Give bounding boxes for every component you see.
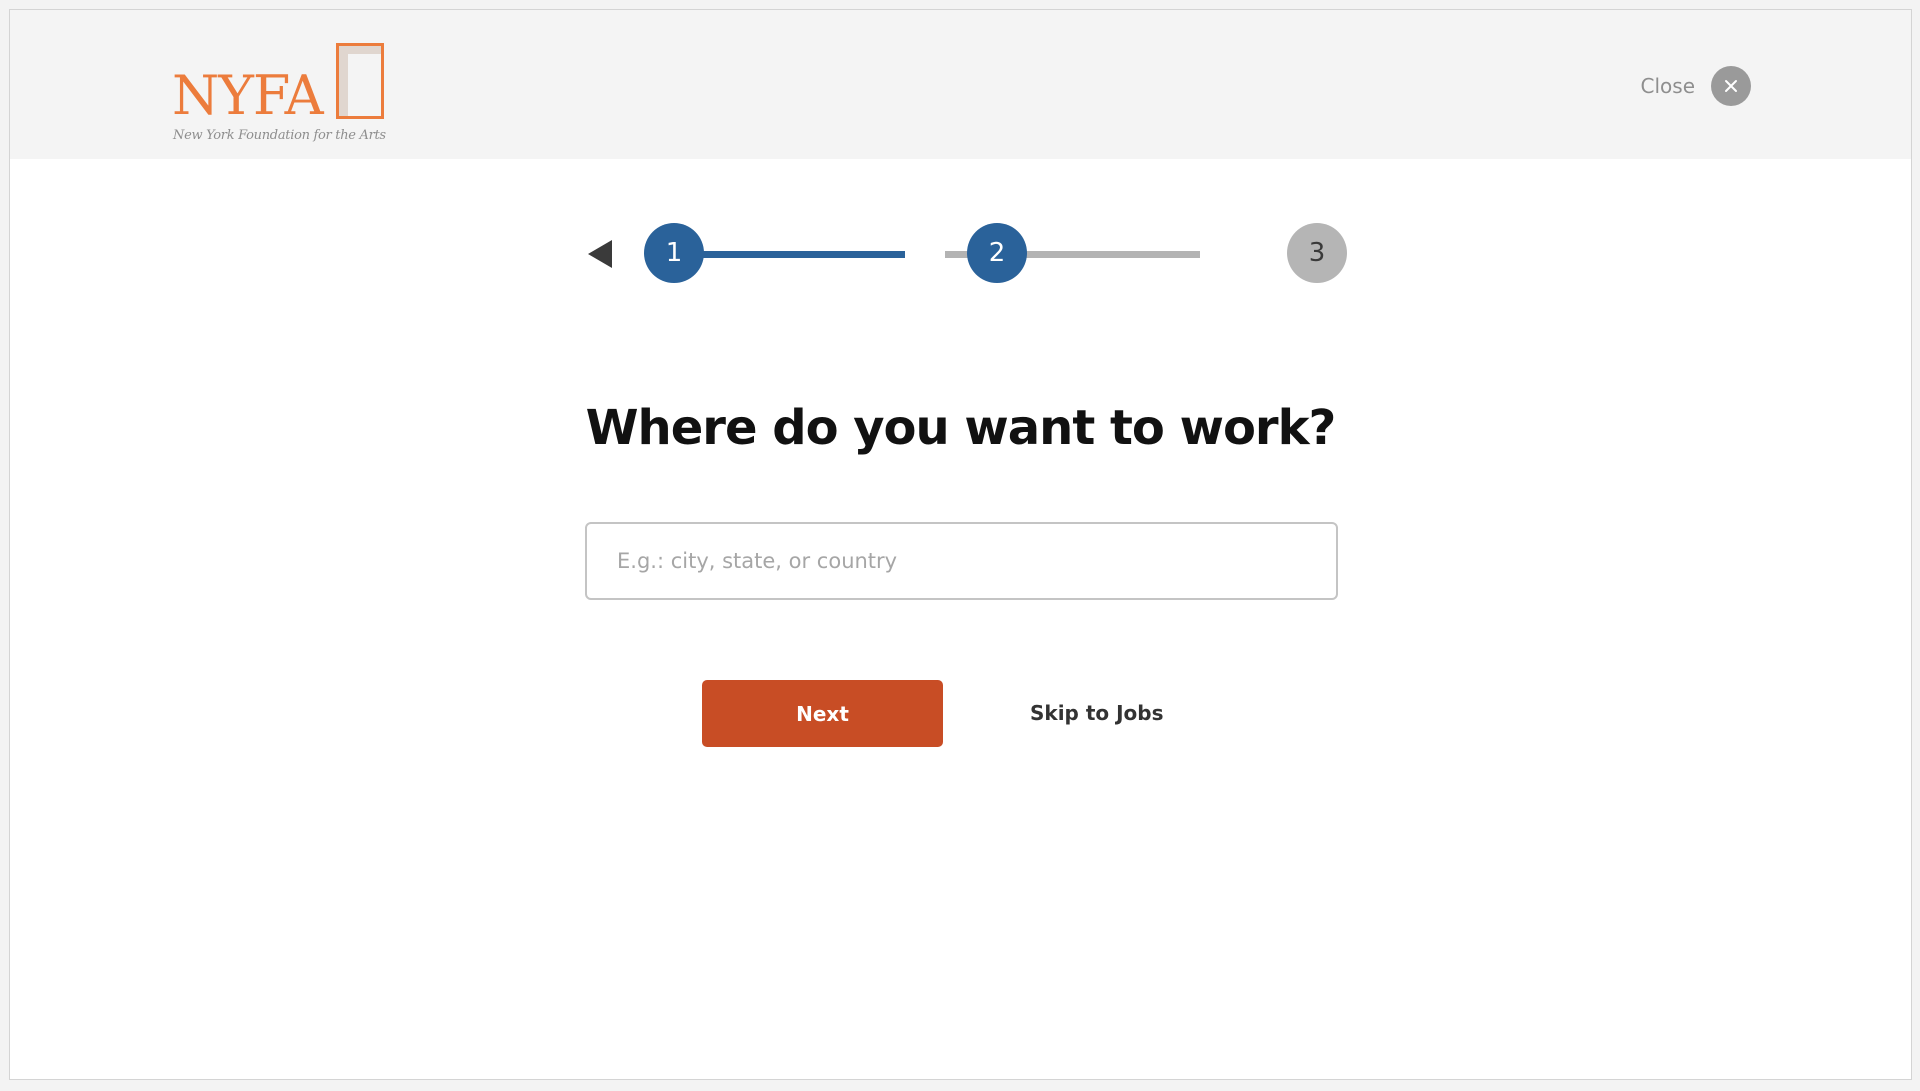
page-title: Where do you want to work?	[585, 400, 1337, 456]
logo-frame-icon	[336, 43, 384, 119]
close-label: Close	[1640, 74, 1695, 98]
location-input[interactable]	[585, 522, 1338, 600]
nyfa-logo: NYFA New York Foundation for the Arts	[172, 31, 404, 149]
header-bar: NYFA New York Foundation for the Arts Cl…	[10, 10, 1911, 159]
progress-stepper: 1 2 3	[575, 222, 1355, 286]
close-button[interactable]: Close	[1641, 66, 1751, 106]
logo-wordmark: NYFA	[172, 64, 324, 127]
next-button[interactable]: Next	[702, 680, 943, 747]
onboarding-modal: NYFA New York Foundation for the Arts Cl…	[9, 9, 1912, 1080]
skip-to-jobs-link[interactable]: Skip to Jobs	[1030, 701, 1164, 725]
step-1-indicator: 1	[644, 223, 704, 283]
logo-subtitle: New York Foundation for the Arts	[173, 128, 386, 143]
close-icon[interactable]	[1711, 66, 1751, 106]
step-3-indicator: 3	[1287, 223, 1347, 283]
step-2-indicator: 2	[967, 223, 1027, 283]
back-arrow-icon[interactable]	[588, 240, 612, 268]
